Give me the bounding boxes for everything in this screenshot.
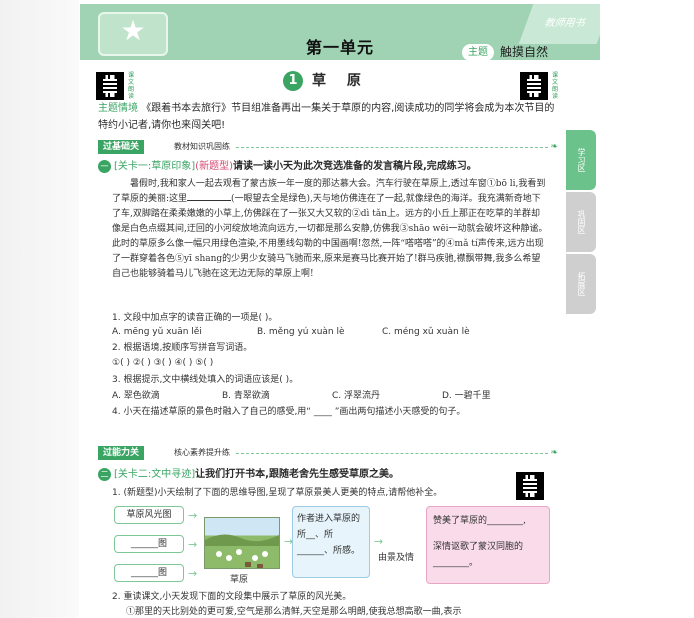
task-number: 一: [98, 160, 111, 173]
question-1-options: A. mēng yǔ xuān lěi B. měng yú xuàn lè C…: [112, 326, 552, 339]
mindmap-right-node[interactable]: 赞美了草原的________, 深情讴歌了蒙汉同胞的________。: [426, 506, 550, 584]
task-number: 二: [98, 468, 111, 481]
section-sub: 教材知识巩固练: [174, 142, 230, 151]
intro-paragraph: 主题情境 《跟着书本去旅行》节目组准备再出一集关于草原的内容,阅读成功的同学将会…: [98, 100, 558, 134]
question-1: 1. 文段中加点字的读音正确的一项是( )。: [112, 313, 278, 323]
grassland-picture: [205, 534, 279, 568]
tab-study[interactable]: 学习区: [566, 130, 596, 190]
intro-text: 《跟着书本去旅行》节目组准备再出一集关于草原的内容,阅读成功的同学将会成为本次节…: [98, 103, 555, 131]
option-b[interactable]: B. měng yú xuàn lè: [257, 326, 382, 339]
theme-badge: 主题: [462, 44, 494, 61]
question-4: 4. 小天在描述草原的景色时融入了自己的感受,用“ ____ ”画出两句描述小天…: [112, 407, 466, 417]
question-6-passage: ①那里的天比别处的更可爱,空气是那么清鲜,天空是那么明朗,使我总想高歌一曲,表示: [126, 607, 462, 617]
task-key: [关卡一:草原印象]: [114, 161, 196, 172]
mindmap-node: 草原风光图: [114, 506, 184, 524]
reading-passage: 暑假时,我和家人一起去观看了蒙古族一年一度的那达慕大会。汽车行驶在草原上,透过车…: [112, 177, 548, 282]
task-text: 请读一读小天为此次竞选准备的发言稿片段,完成练习。: [232, 161, 477, 172]
option-a[interactable]: A. mēng yǔ xuān lěi: [112, 326, 257, 339]
question-2: 2. 根据语境,按顺序写拼音写词语。: [112, 343, 253, 353]
corner-label: 教师用书: [518, 4, 600, 44]
task-heading-1: 一 [关卡一:草原印象](新题型)请读一读小天为此次竞选准备的发言稿片段,完成练习…: [98, 160, 558, 174]
leaf-icon: ❧: [550, 448, 558, 458]
arrow-icon: →: [188, 509, 198, 522]
section-sub: 核心素养提升练: [174, 448, 230, 457]
qr-code-icon[interactable]: [96, 72, 124, 100]
left-gutter: [0, 0, 79, 618]
section-header-basic: 过基础关 教材知识巩固练 ❧: [98, 140, 558, 154]
qr-label-left: 课文朗读: [128, 72, 135, 100]
question-6: 2. 重读课文,小天发现下面的文段集中展示了草原的风光美。: [112, 592, 352, 602]
arrow-label: 由景及情: [378, 553, 415, 563]
section-header-ability: 过能力关 核心素养提升练 ❧: [98, 446, 558, 460]
lesson-title: 草 原: [312, 73, 369, 89]
option-c[interactable]: C. méng xǔ xuàn lè: [382, 326, 532, 339]
passage-part-2: (一眼望去全是绿色),天与地仿佛连在了一起,就像绿色的海洋。我充满新奇地下了车,…: [112, 194, 548, 279]
qr-code-icon[interactable]: [520, 72, 548, 100]
question-5: 1. (新题型)小天绘制了下面的思维导图,呈现了草原景美人更美的特点,请帮他补全…: [112, 488, 443, 498]
new-type-tag: (新题型): [195, 161, 233, 172]
section-divider: [236, 147, 548, 148]
section-label: 过基础关: [98, 140, 145, 154]
right-node-line-1: 赞美了草原的________,: [433, 516, 526, 526]
question-3: 3. 根据提示,文中横线处填入的词语应该是( )。: [112, 375, 299, 385]
question-3-options: A. 翠色欲滴 B. 青翠欲滴 C. 浮翠流丹 D. 一碧千里: [112, 390, 552, 403]
mindmap-center-node[interactable]: 作者进入草原的所__、所______、所感。: [292, 506, 370, 578]
theme-text: 触摸自然: [500, 45, 549, 59]
option-d[interactable]: D. 一碧千里: [442, 390, 552, 403]
option-b[interactable]: B. 青翠欲滴: [222, 390, 332, 403]
leaf-icon: ❧: [550, 142, 558, 152]
passage-blank[interactable]: [187, 192, 232, 201]
option-a[interactable]: A. 翠色欲滴: [112, 390, 222, 403]
tab-extend[interactable]: 拓展区: [566, 254, 596, 314]
task-heading-2: 二 [关卡二:文中寻迹]让我们打开书本,跟随老舍先生感受草原之美。: [98, 468, 518, 482]
arrow-icon: →: [374, 535, 384, 548]
arrow-icon: →: [188, 567, 198, 580]
textbook-page: ★ 第一单元 主题 触摸自然 教师用书 课文朗读 课文朗读 1 草 原 主题情境…: [80, 0, 600, 618]
tab-consolidate[interactable]: 巩固区: [566, 192, 596, 252]
section-divider: [236, 453, 548, 454]
mindmap-node[interactable]: ______图: [114, 535, 184, 553]
image-caption: 草原: [230, 575, 249, 585]
section-label: 过能力关: [98, 446, 145, 460]
intro-tag: 主题情境: [98, 103, 138, 114]
lesson-number: 1: [283, 71, 303, 91]
qr-label-right: 课文朗读: [552, 72, 559, 100]
document-viewer: ★ 第一单元 主题 触摸自然 教师用书 课文朗读 课文朗读 1 草 原 主题情境…: [0, 0, 694, 618]
right-gutter: [600, 0, 694, 618]
page-header: ★ 第一单元 主题 触摸自然 教师用书: [80, 4, 600, 61]
task-key: [关卡二:文中寻迹]: [114, 469, 196, 480]
grassland-image: [204, 517, 280, 569]
mindmap-node[interactable]: ______图: [114, 564, 184, 582]
question-2-blanks[interactable]: ①( ) ②( ) ③( ) ④( ) ⑤( ): [112, 357, 552, 370]
option-c[interactable]: C. 浮翠流丹: [332, 390, 442, 403]
arrow-icon: →: [188, 538, 198, 551]
right-node-line-2: 深情讴歌了蒙汉同胞的________。: [433, 542, 524, 568]
task-text: 让我们打开书本,跟随老舍先生感受草原之美。: [195, 469, 399, 480]
qr-code-icon[interactable]: [516, 472, 544, 500]
